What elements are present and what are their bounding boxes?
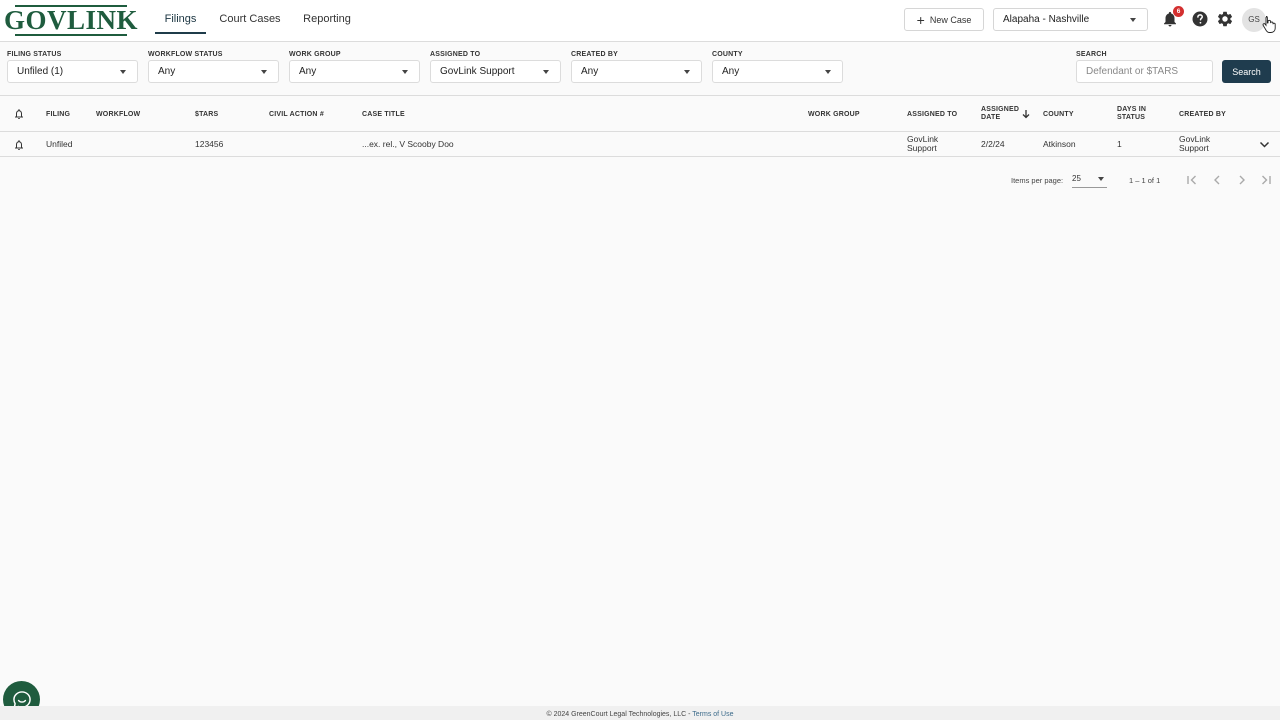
- new-case-button[interactable]: + New Case: [904, 8, 984, 31]
- gear-icon: [1217, 11, 1233, 27]
- terms-of-use-link[interactable]: Terms of Use: [692, 711, 733, 718]
- chevron-down-icon: [825, 70, 831, 74]
- table-header: FILING WORKFLOW $TARS CIVIL ACTION # CAS…: [0, 97, 1280, 132]
- column-header-days-in-status[interactable]: DAYS IN STATUS: [1117, 106, 1146, 122]
- next-page-icon[interactable]: [1235, 173, 1249, 187]
- sort-arrow-down-icon: [1022, 110, 1030, 119]
- filter-bar: FILING STATUS Unfiled (1) WORKFLOW STATU…: [0, 42, 1280, 96]
- page-footer: © 2024 GreenCourt Legal Technologies, LL…: [0, 706, 1280, 720]
- cell-created-by: GovLink Support: [1179, 135, 1210, 153]
- tab-reporting[interactable]: Reporting: [297, 0, 357, 34]
- court-select[interactable]: Alapaha - Nashville: [993, 8, 1148, 31]
- plus-icon: +: [916, 11, 925, 28]
- chevron-down-icon: [1130, 18, 1136, 22]
- search-label: SEARCH: [1076, 51, 1107, 58]
- cell-assigned-date: 2/2/24: [981, 139, 1005, 149]
- column-header-county[interactable]: COUNTY: [1043, 111, 1074, 119]
- settings-button[interactable]: [1216, 10, 1234, 28]
- new-case-label: New Case: [929, 14, 972, 25]
- page-size-select[interactable]: 25: [1072, 172, 1107, 188]
- workflow-status-label: WORKFLOW STATUS: [148, 51, 223, 58]
- cell-created-by-line2: Support: [1179, 143, 1209, 153]
- column-header-assigned-to[interactable]: ASSIGNED TO: [907, 111, 957, 119]
- work-group-value: Any: [299, 66, 317, 77]
- cell-case-title: ...ex. rel., V Scooby Doo: [362, 139, 454, 149]
- top-navigation-bar: GOVLINK Filings Court Cases Reporting + …: [0, 0, 1280, 42]
- county-select[interactable]: Any: [712, 60, 843, 83]
- column-header-assigned-date-line1: ASSIGNED: [981, 106, 1020, 113]
- bell-outline-icon[interactable]: [13, 139, 25, 151]
- prev-page-icon[interactable]: [1210, 173, 1224, 187]
- created-by-value: Any: [581, 66, 599, 77]
- workflow-status-value: Any: [158, 66, 176, 77]
- cell-stars: 123456: [195, 139, 224, 149]
- logo-text: GOVLINK: [3, 5, 139, 35]
- help-button[interactable]: [1191, 10, 1209, 28]
- items-per-page-label: Items per page:: [1011, 176, 1064, 185]
- first-page-icon[interactable]: [1185, 173, 1199, 187]
- last-page-icon[interactable]: [1259, 173, 1273, 187]
- expand-row-chevron-icon[interactable]: [1259, 140, 1270, 149]
- search-input[interactable]: [1076, 60, 1213, 83]
- chevron-down-icon: [120, 70, 126, 74]
- paginator: Items per page: 25 1 – 1 of 1: [0, 170, 1280, 190]
- column-header-days-line2: STATUS: [1117, 114, 1146, 121]
- help-icon: [1192, 11, 1208, 27]
- work-group-select[interactable]: Any: [289, 60, 420, 83]
- assigned-to-label: ASSIGNED TO: [430, 51, 481, 58]
- column-header-workflow[interactable]: WORKFLOW: [96, 111, 140, 119]
- govlink-logo[interactable]: GOVLINK: [4, 4, 138, 36]
- notification-count-badge: 6: [1173, 6, 1184, 17]
- chevron-down-icon: [402, 70, 408, 74]
- bell-outline-icon: [15, 109, 23, 119]
- page-size-value: 25: [1072, 174, 1081, 183]
- created-by-select[interactable]: Any: [571, 60, 702, 83]
- cell-filing: Unfiled: [46, 139, 73, 149]
- column-header-assigned-date[interactable]: ASSIGNED DATE: [981, 106, 1019, 122]
- chevron-down-icon: [543, 70, 549, 74]
- cell-assigned-to-line2: Support: [907, 143, 937, 153]
- tab-filings[interactable]: Filings: [155, 0, 206, 34]
- tab-court-cases[interactable]: Court Cases: [213, 0, 287, 34]
- court-select-value: Alapaha - Nashville: [1003, 14, 1090, 25]
- cell-assigned-to: GovLink Support: [907, 135, 938, 153]
- cell-county: Atkinson: [1043, 139, 1076, 149]
- county-value: Any: [722, 66, 740, 77]
- cell-days-in-status: 1: [1117, 139, 1122, 149]
- column-header-work-group[interactable]: WORK GROUP: [808, 111, 860, 119]
- column-header-civil-action[interactable]: CIVIL ACTION #: [269, 111, 324, 119]
- chevron-down-icon: [1098, 177, 1104, 181]
- filing-status-select[interactable]: Unfiled (1): [7, 60, 138, 83]
- search-button[interactable]: Search: [1222, 60, 1271, 83]
- column-header-created-by[interactable]: CREATED BY: [1179, 111, 1226, 119]
- pointer-hand-icon: [1262, 16, 1276, 33]
- chevron-down-icon: [261, 70, 267, 74]
- column-header-case-title[interactable]: CASE TITLE: [362, 111, 405, 119]
- assigned-to-select[interactable]: GovLink Support: [430, 60, 561, 83]
- table-row[interactable]: Unfiled 123456 ...ex. rel., V Scooby Doo…: [0, 132, 1280, 157]
- page-range-label: 1 – 1 of 1: [1129, 176, 1161, 185]
- footer-copyright: © 2024 GreenCourt Legal Technologies, LL…: [546, 711, 693, 718]
- county-label: COUNTY: [712, 51, 743, 58]
- logo-rule-top: [15, 5, 127, 7]
- chevron-down-icon: [684, 70, 690, 74]
- assigned-to-value: GovLink Support: [440, 66, 515, 77]
- filing-status-value: Unfiled (1): [17, 66, 64, 77]
- work-group-label: WORK GROUP: [289, 51, 341, 58]
- column-header-assigned-date-line2: DATE: [981, 114, 1001, 121]
- column-header-stars[interactable]: $TARS: [195, 111, 218, 119]
- column-header-days-line1: DAYS IN: [1117, 106, 1147, 113]
- column-header-filing[interactable]: FILING: [46, 111, 70, 119]
- created-by-label: CREATED BY: [571, 51, 618, 58]
- logo-rule-bottom: [15, 34, 127, 36]
- filing-status-label: FILING STATUS: [7, 51, 62, 58]
- workflow-status-select[interactable]: Any: [148, 60, 279, 83]
